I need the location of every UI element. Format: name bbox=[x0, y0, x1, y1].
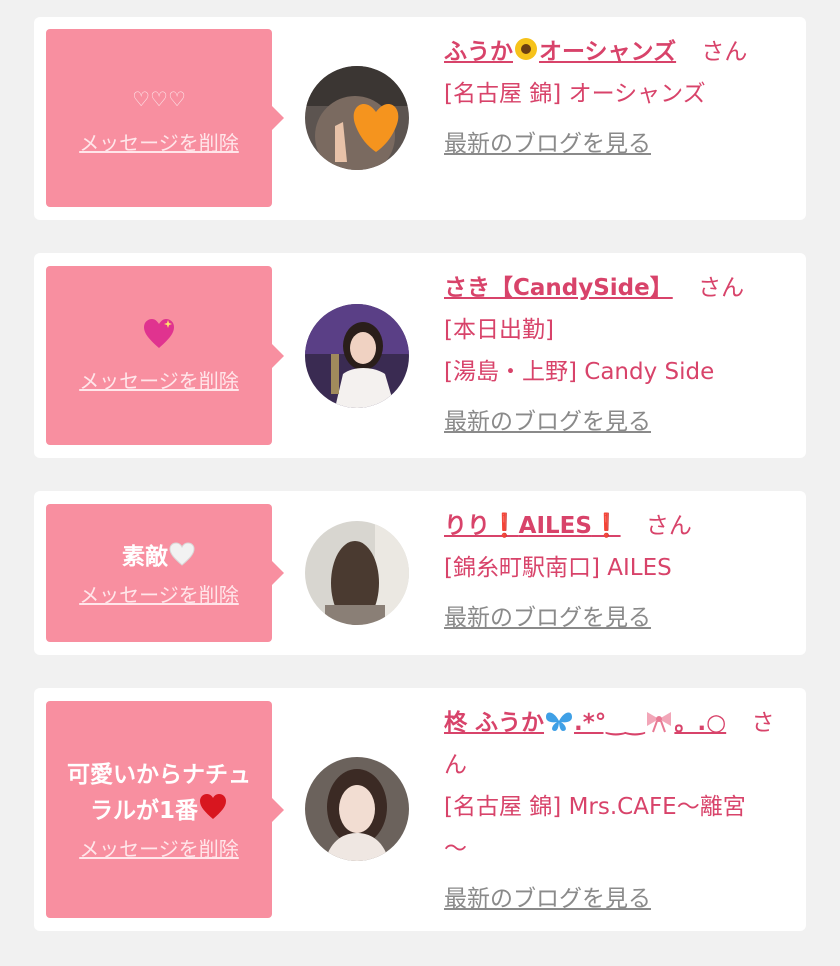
cast-info: りり❗AILES❗ さん [錦糸町駅南口] AILES 最新のブログを見る bbox=[444, 505, 792, 639]
cast-name-link[interactable]: ふうか オーシャンズ bbox=[444, 38, 676, 65]
shop-line: [名古屋 錦] Mrs.CAFE〜離宮 bbox=[444, 794, 746, 820]
cast-name-link[interactable]: 柊 ふうか .*°‿‿ 。.○ bbox=[444, 710, 726, 736]
honorific: さん bbox=[698, 275, 745, 301]
cast-name-link[interactable]: りり❗AILES❗ bbox=[444, 513, 621, 539]
cast-info: さき【CandySide】 さん [本日出勤] [湯島・上野] Candy Si… bbox=[444, 267, 792, 443]
shop-line: [名古屋 錦] オーシャンズ bbox=[444, 81, 706, 107]
delete-message-link[interactable]: メッセージを削除 bbox=[79, 833, 239, 862]
delete-message-link[interactable]: メッセージを削除 bbox=[79, 365, 239, 394]
butterfly-icon bbox=[546, 712, 573, 731]
message-text: ♡♡♡ bbox=[132, 86, 186, 111]
message-bubble: メッセージを削除 bbox=[46, 266, 284, 445]
latest-blog-link[interactable]: 最新のブログを見る bbox=[444, 123, 651, 165]
message-text: 素敵 bbox=[112, 539, 206, 575]
shop-line-continued: 〜 bbox=[444, 836, 467, 862]
sparkling-heart-icon bbox=[144, 318, 174, 348]
avatar[interactable] bbox=[305, 757, 409, 861]
honorific: さん bbox=[701, 39, 748, 65]
message-bubble: ♡♡♡ メッセージを削除 bbox=[46, 29, 284, 207]
message-text: 可愛いからナチュ ラルが1番 bbox=[67, 762, 251, 824]
latest-blog-link[interactable]: 最新のブログを見る bbox=[444, 597, 651, 639]
avatar[interactable] bbox=[305, 521, 409, 625]
shop-line: [錦糸町駅南口] AILES bbox=[444, 555, 672, 581]
sunflower-icon bbox=[515, 38, 537, 60]
avatar[interactable] bbox=[305, 66, 409, 170]
latest-blog-link[interactable]: 最新のブログを見る bbox=[444, 401, 651, 443]
cast-name-link[interactable]: さき【CandySide】 bbox=[444, 275, 673, 301]
favorite-card: ♡♡♡ メッセージを削除 ふうか オーシャンズ さん [名古屋 錦] オーシャンズ… bbox=[34, 17, 806, 220]
white-heart-icon bbox=[169, 541, 195, 566]
message-text bbox=[132, 318, 186, 361]
cast-info: 柊 ふうか .*°‿‿ 。.○ さん [名古屋 錦] Mrs.CAFE〜離宮 〜 最… bbox=[444, 702, 792, 920]
favorite-card: メッセージを削除 さき【CandySide】 さん [本日出勤] [湯島・上野]… bbox=[34, 253, 806, 458]
exclamation-icon: ❗ bbox=[591, 513, 621, 539]
cast-info: ふうか オーシャンズ さん [名古屋 錦] オーシャンズ 最新のブログを見る bbox=[444, 31, 792, 165]
latest-blog-link[interactable]: 最新のブログを見る bbox=[444, 878, 651, 920]
honorific: さん bbox=[645, 513, 692, 539]
status-line: [本日出勤] bbox=[444, 317, 554, 343]
delete-message-link[interactable]: メッセージを削除 bbox=[79, 127, 239, 156]
shop-line: [湯島・上野] Candy Side bbox=[444, 359, 715, 385]
exclamation-icon: ❗ bbox=[490, 513, 519, 539]
ribbon-icon bbox=[647, 712, 672, 733]
message-bubble: 素敵 メッセージを削除 bbox=[46, 504, 284, 642]
favorite-card: 可愛いからナチュ ラルが1番 メッセージを削除 柊 ふうか .*°‿‿ 。.○ さん… bbox=[34, 688, 806, 931]
favorite-card: 素敵 メッセージを削除 りり❗AILES❗ さん [錦糸町駅南口] AILES … bbox=[34, 491, 806, 655]
message-bubble: 可愛いからナチュ ラルが1番 メッセージを削除 bbox=[46, 701, 284, 918]
avatar[interactable] bbox=[305, 304, 409, 408]
delete-message-link[interactable]: メッセージを削除 bbox=[79, 579, 239, 608]
red-heart-icon bbox=[200, 794, 226, 819]
